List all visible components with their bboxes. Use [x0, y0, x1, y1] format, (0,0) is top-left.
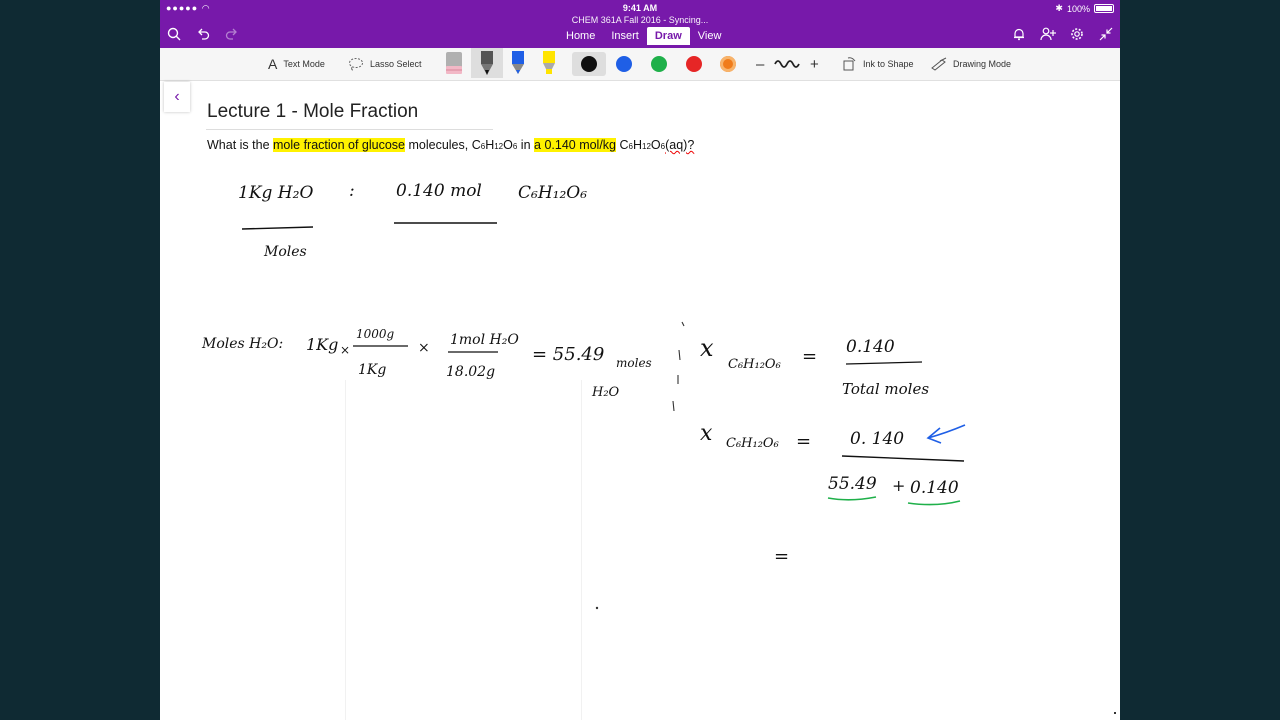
ink-text: moles	[616, 356, 652, 370]
ink-line-1: 1Kg H₂O : 0.140 mol C₆H₁₂O₆	[238, 181, 587, 203]
ink-text: 1Kg	[358, 362, 386, 378]
ink-text: x	[700, 421, 713, 446]
battery-icon	[1094, 4, 1114, 13]
bluetooth-icon: ✱	[1055, 3, 1063, 13]
ink-stroke	[672, 321, 685, 412]
ink-text: 0.140 mol	[396, 181, 482, 201]
tab-insert[interactable]: Insert	[603, 27, 647, 45]
stroke-width-icon	[774, 60, 800, 68]
battery-percent: 100%	[1066, 3, 1090, 14]
collapse-icon[interactable]	[1096, 24, 1116, 44]
ink-text: =	[796, 431, 811, 452]
ink-text: 55.49	[828, 474, 877, 494]
ink-text: :	[349, 181, 355, 201]
ink-text: x	[700, 334, 714, 362]
ink-text: 18.02g	[446, 364, 495, 380]
ribbon-tabs: Home Insert Draw View	[558, 27, 729, 45]
ink-text: Moles	[263, 244, 307, 260]
onenote-app: ●●●●● ◠ 9:41 AM ✱ 100% CHEM 361A Fall 20…	[160, 0, 1120, 720]
ink-stroke	[241, 226, 314, 230]
bell-icon[interactable]	[1009, 24, 1029, 44]
highlighter-icon[interactable]	[538, 50, 560, 76]
ink-to-shape-label: Ink to Shape	[863, 59, 914, 69]
ink-text: 1Kg	[306, 335, 338, 354]
ink-text: 0. 140	[850, 429, 904, 449]
ink-dot	[595, 606, 599, 610]
draw-ribbon: A Text Mode Lasso Select – + Ink to Shap…	[160, 48, 1120, 81]
eraser-icon[interactable]	[443, 50, 465, 76]
ink-to-shape-button[interactable]: Ink to Shape	[843, 55, 914, 73]
ink-text: C₆H₁₂O₆	[728, 357, 781, 372]
gear-icon[interactable]	[1067, 24, 1087, 44]
green-underline-stroke	[907, 500, 961, 506]
lasso-select-label: Lasso Select	[370, 59, 422, 69]
add-person-icon[interactable]	[1038, 24, 1058, 44]
redo-icon[interactable]	[222, 24, 242, 44]
ink-text: +	[892, 476, 905, 495]
ink-text: Moles H₂O:	[201, 336, 283, 352]
notebook-title: CHEM 361A Fall 2016 - Syncing...	[571, 15, 709, 25]
ink-text: ×	[418, 340, 430, 356]
ink-text: Total moles	[842, 380, 929, 398]
ink-canvas[interactable]: 1Kg H₂O : 0.140 mol C₆H₁₂O₆ Moles Moles …	[160, 80, 1120, 720]
ink-text: 1000g	[356, 327, 395, 341]
ink-to-shape-icon	[843, 57, 856, 71]
drawing-mode-button[interactable]: Drawing Mode	[931, 55, 1011, 73]
color-red-button[interactable]	[686, 56, 702, 72]
color-black-button[interactable]	[581, 56, 597, 72]
black-pen-icon[interactable]	[476, 50, 498, 76]
thickness-increase-button[interactable]: +	[810, 55, 819, 73]
color-green-button[interactable]	[651, 56, 667, 72]
undo-icon[interactable]	[193, 24, 213, 44]
ink-text: H₂O	[591, 385, 620, 400]
thickness-decrease-button[interactable]: –	[756, 55, 764, 73]
ink-text: = 55.49	[532, 344, 604, 365]
ink-text: =	[774, 546, 789, 567]
tab-view[interactable]: View	[690, 27, 730, 45]
drawing-mode-icon	[931, 57, 947, 71]
lasso-select-button[interactable]: Lasso Select	[348, 55, 422, 73]
ink-text: ×	[340, 343, 350, 357]
ink-mole-fraction-1: x C₆H₁₂O₆ = 0.140 Total moles	[700, 334, 929, 398]
ink-mole-fraction-2: x C₆H₁₂O₆ = 0. 140 55.49 + 0.140	[700, 421, 965, 498]
status-time: 9:41 AM	[622, 3, 658, 13]
blue-pen-icon[interactable]	[507, 50, 529, 76]
color-blue-button[interactable]	[616, 56, 632, 72]
ink-text: 0.140	[846, 337, 895, 357]
text-mode-label: Text Mode	[283, 59, 325, 69]
blue-arrow-stroke	[926, 424, 966, 444]
corner-dot	[1114, 712, 1116, 714]
ink-text: 0.140	[910, 478, 959, 498]
tab-draw[interactable]: Draw	[646, 27, 690, 45]
tab-home[interactable]: Home	[558, 27, 603, 45]
green-underline-stroke	[827, 496, 877, 501]
search-icon[interactable]	[164, 24, 184, 44]
title-bar: ●●●●● ◠ 9:41 AM ✱ 100% CHEM 361A Fall 20…	[160, 0, 1120, 48]
ink-text: C₆H₁₂O₆	[518, 183, 587, 203]
ink-text: =	[802, 346, 817, 367]
color-orange-button[interactable]	[720, 56, 736, 72]
status-right: ✱ 100%	[1055, 3, 1114, 14]
ink-text: 1mol H₂O	[450, 332, 519, 348]
text-mode-button[interactable]: A Text Mode	[268, 55, 325, 73]
drawing-mode-label: Drawing Mode	[953, 59, 1012, 69]
text-mode-icon: A	[268, 56, 278, 72]
ink-line-2: Moles H₂O: 1Kg × 1000g 1Kg × 1mol H₂O 18…	[201, 327, 652, 400]
ink-text: 1Kg H₂O	[238, 183, 313, 203]
ink-text: C₆H₁₂O₆	[726, 436, 779, 451]
lasso-icon	[349, 58, 363, 71]
